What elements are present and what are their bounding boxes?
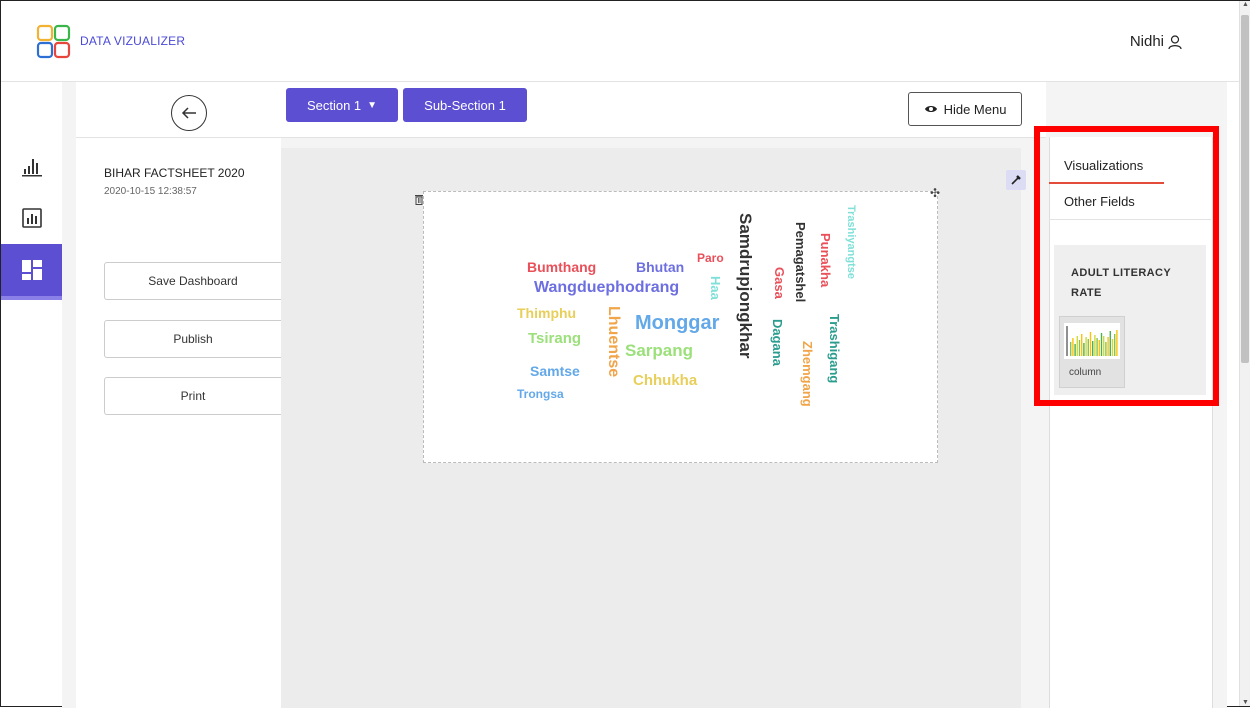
dashboard-icon <box>21 260 42 280</box>
print-button[interactable]: Print <box>104 377 281 415</box>
save-dashboard-button[interactable]: Save Dashboard <box>104 262 281 300</box>
chart-icon <box>21 159 42 177</box>
dashboard-title: BIHAR FACTSHEET 2020 <box>104 166 245 180</box>
highlight-box <box>1034 126 1219 406</box>
trash-icon[interactable] <box>414 194 424 208</box>
eye-icon <box>924 106 937 112</box>
caret-down-icon: ▼ <box>367 99 378 111</box>
section-label: Section 1 <box>306 97 362 113</box>
user-menu[interactable]: Nidhi <box>1130 33 1183 50</box>
toolbar-divider <box>76 137 1046 138</box>
wordcloud-word: Samtse <box>530 363 580 379</box>
rail-item-dashboards[interactable] <box>1 244 62 300</box>
wordcloud-word: Paro <box>697 251 724 265</box>
app-header <box>1 1 1240 82</box>
user-name: Nidhi <box>1129 33 1164 50</box>
section-dropdown[interactable]: Section 1 ▼ <box>286 88 398 122</box>
hide-menu-button[interactable]: Hide Menu <box>908 92 1022 126</box>
wordcloud-word: Bhutan <box>636 259 685 275</box>
rail-item-reports[interactable] <box>1 192 62 244</box>
wordcloud-word: Trashigang <box>827 314 842 384</box>
dashboard-timestamp: 2020-10-15 12:38:57 <box>104 186 197 197</box>
wordcloud-word: Punakha <box>818 233 833 288</box>
wordcloud-word: Lhuentse <box>605 306 622 378</box>
wordcloud-word: Dagana <box>770 319 785 366</box>
wordcloud-word: Samdrupjongkhar <box>736 213 755 359</box>
user-icon <box>1168 34 1182 49</box>
page-scrollbar[interactable]: ▲ ▼ <box>1239 1 1250 706</box>
scrollbar-thumb[interactable] <box>1241 15 1249 363</box>
wordcloud-word: Monggar <box>635 312 720 334</box>
wordcloud-word: Zhemgang <box>800 341 815 407</box>
color-picker-button[interactable] <box>1006 170 1026 190</box>
wordcloud-word: Pemagatshel <box>793 222 808 303</box>
move-handle-icon[interactable]: ✣ <box>930 186 940 200</box>
wordcloud-word: Thimphu <box>517 305 577 321</box>
publish-button[interactable]: Publish <box>104 320 281 358</box>
subsection-button[interactable]: Sub-Section 1 <box>403 88 527 122</box>
scroll-up-icon[interactable]: ▲ <box>1242 1 1249 8</box>
subsection-label: Sub-Section 1 <box>424 97 506 113</box>
wordcloud-word: Wangduephodrang <box>534 279 680 296</box>
scroll-down-icon[interactable]: ▼ <box>1242 699 1249 706</box>
report-icon <box>21 208 42 228</box>
wordcloud-word: Bumthang <box>527 259 597 275</box>
wordcloud-word: Haa <box>708 276 723 300</box>
hide-menu-label: Hide Menu <box>943 101 1007 117</box>
wordcloud-word: Chhukha <box>633 372 698 389</box>
wordcloud-word: Tsirang <box>528 330 582 347</box>
wordcloud-word: Gasa <box>772 267 787 299</box>
wordcloud-word: Sarpang <box>625 341 694 360</box>
back-button[interactable] <box>171 95 207 131</box>
rail-item-charts[interactable] <box>1 140 62 192</box>
wordcloud-word: Trongsa <box>517 387 564 401</box>
wordcloud-word: Trashiyangtse <box>845 205 857 279</box>
left-icon-rail <box>1 82 63 706</box>
app-logo-icon <box>36 24 71 59</box>
app-brand: DATA VIZUALIZER <box>80 34 186 48</box>
arrow-left-icon <box>181 107 196 119</box>
eyedropper-icon <box>1011 175 1021 185</box>
wordcloud-widget[interactable]: Bumthang Bhutan Paro Wangduephodrang Haa Thim… <box>423 191 938 463</box>
